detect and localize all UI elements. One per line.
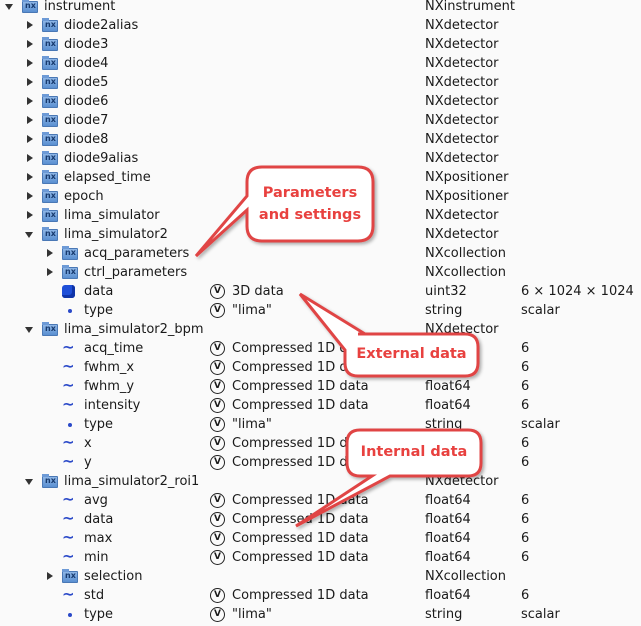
callout-external-data: External data <box>356 346 467 362</box>
callout-parameters-and-settings: Parameters and settings <box>258 185 362 223</box>
callout-layer <box>194 165 483 528</box>
callout-internal-data: Internal data <box>360 444 468 460</box>
